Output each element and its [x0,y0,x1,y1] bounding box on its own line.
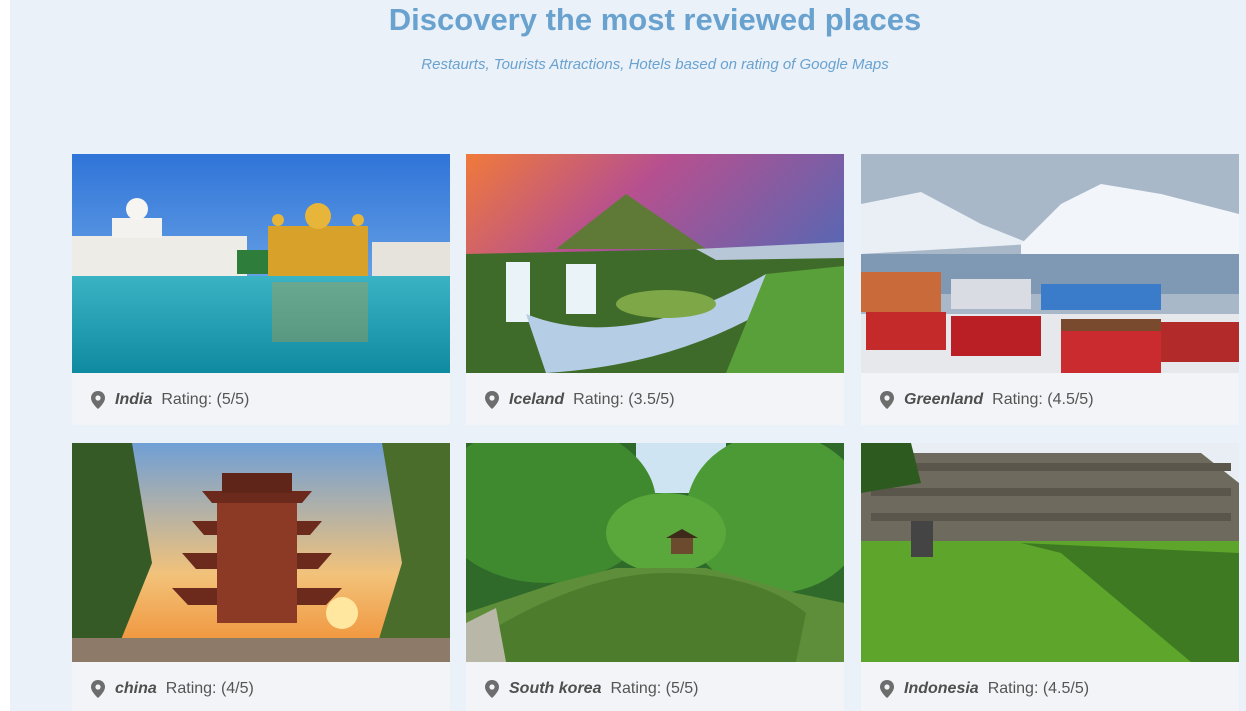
place-card-india[interactable]: India Rating: (5/5) [72,154,450,425]
place-photo[interactable] [72,154,450,373]
place-rating: Rating: (3.5/5) [573,391,675,408]
place-card-south-korea[interactable]: South korea Rating: (5/5) [466,443,844,711]
place-card-indonesia[interactable]: Indonesia Rating: (4.5/5) [861,443,1239,711]
page-subtitle: Restaurts, Tourists Attractions, Hotels … [421,56,889,73]
place-rating: Rating: (5/5) [161,391,250,408]
main-section: Discovery the most reviewed places Resta… [10,0,1246,711]
page-title: Discovery the most reviewed places [388,2,922,37]
place-rating: Rating: (4.5/5) [987,680,1090,697]
map-pin-icon [484,391,500,409]
place-name[interactable]: Indonesia [904,680,979,698]
place-card-iceland[interactable]: Iceland Rating: (3.5/5) [466,154,844,425]
place-photo[interactable] [861,443,1239,662]
place-rating: Rating: (4.5/5) [992,391,1094,408]
place-caption: India Rating: (5/5) [90,382,249,418]
map-pin-icon [484,680,500,698]
place-caption: Greenland Rating: (4.5/5) [879,382,1094,418]
place-photo[interactable] [466,154,844,373]
map-pin-icon [90,391,106,409]
place-card-greenland[interactable]: Greenland Rating: (4.5/5) [861,154,1239,425]
place-rating: Rating: (4/5) [165,680,254,697]
place-caption: Iceland Rating: (3.5/5) [484,382,675,418]
place-name[interactable]: South korea [509,680,601,698]
place-caption: china Rating: (4/5) [90,671,254,707]
place-card-china[interactable]: china Rating: (4/5) [72,443,450,711]
place-name[interactable]: Greenland [904,391,983,409]
place-rating: Rating: (5/5) [610,680,699,697]
place-caption: South korea Rating: (5/5) [484,671,699,707]
place-caption: Indonesia Rating: (4.5/5) [879,671,1089,707]
map-pin-icon [879,680,895,698]
place-name[interactable]: china [115,680,157,698]
place-name[interactable]: India [115,391,152,409]
place-photo[interactable] [466,443,844,662]
place-name[interactable]: Iceland [509,391,564,409]
place-photo[interactable] [861,154,1239,373]
map-pin-icon [879,391,895,409]
place-photo[interactable] [72,443,450,662]
map-pin-icon [90,680,106,698]
